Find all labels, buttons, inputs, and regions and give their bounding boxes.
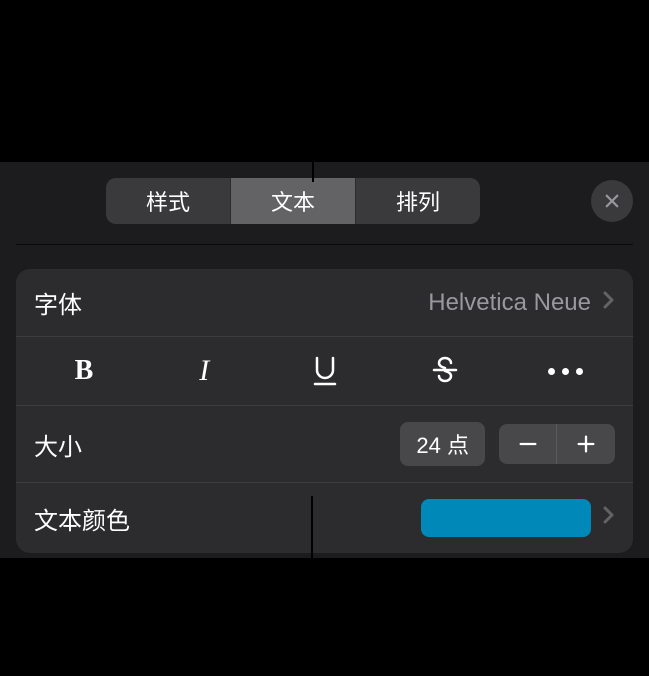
strikethrough-button[interactable] (395, 351, 495, 391)
callout-line-top (312, 0, 314, 182)
size-controls: 24 点 (400, 422, 615, 466)
close-button[interactable] (591, 180, 633, 222)
tab-style[interactable]: 样式 (106, 178, 231, 224)
underline-icon (311, 356, 339, 386)
chevron-right-icon (603, 291, 615, 315)
font-row[interactable]: 字体 Helvetica Neue (16, 269, 633, 337)
plus-icon (575, 433, 597, 455)
tab-text[interactable]: 文本 (231, 178, 356, 224)
close-icon (603, 192, 621, 210)
size-decrease-button[interactable] (499, 424, 557, 464)
text-color-label: 文本颜色 (34, 501, 130, 536)
strikethrough-icon (430, 356, 460, 386)
text-color-right (421, 499, 615, 537)
more-options-button[interactable] (515, 351, 615, 391)
size-stepper (499, 424, 615, 464)
tab-group: 样式 文本 排列 (106, 178, 480, 224)
text-color-row[interactable]: 文本颜色 (16, 483, 633, 553)
underline-button[interactable] (275, 351, 375, 391)
bold-button[interactable]: B (34, 351, 134, 391)
size-increase-button[interactable] (557, 424, 615, 464)
font-label: 字体 (34, 285, 82, 320)
italic-button[interactable]: I (154, 351, 254, 391)
text-style-row: B I (16, 337, 633, 406)
callout-line-bottom (311, 496, 313, 676)
panel-header: 样式 文本 排列 (16, 174, 633, 245)
font-value: Helvetica Neue (428, 289, 591, 317)
font-row-right: Helvetica Neue (428, 289, 615, 317)
more-icon (548, 368, 583, 375)
text-settings-card: 字体 Helvetica Neue B I (16, 269, 633, 553)
tab-arrange[interactable]: 排列 (356, 178, 480, 224)
color-swatch[interactable] (421, 499, 591, 537)
size-label: 大小 (34, 427, 82, 462)
chevron-right-icon (603, 506, 615, 530)
size-value[interactable]: 24 点 (400, 422, 485, 466)
minus-icon (517, 433, 539, 455)
format-panel: 样式 文本 排列 字体 Helvetica Neue B (0, 162, 649, 558)
size-row: 大小 24 点 (16, 406, 633, 483)
